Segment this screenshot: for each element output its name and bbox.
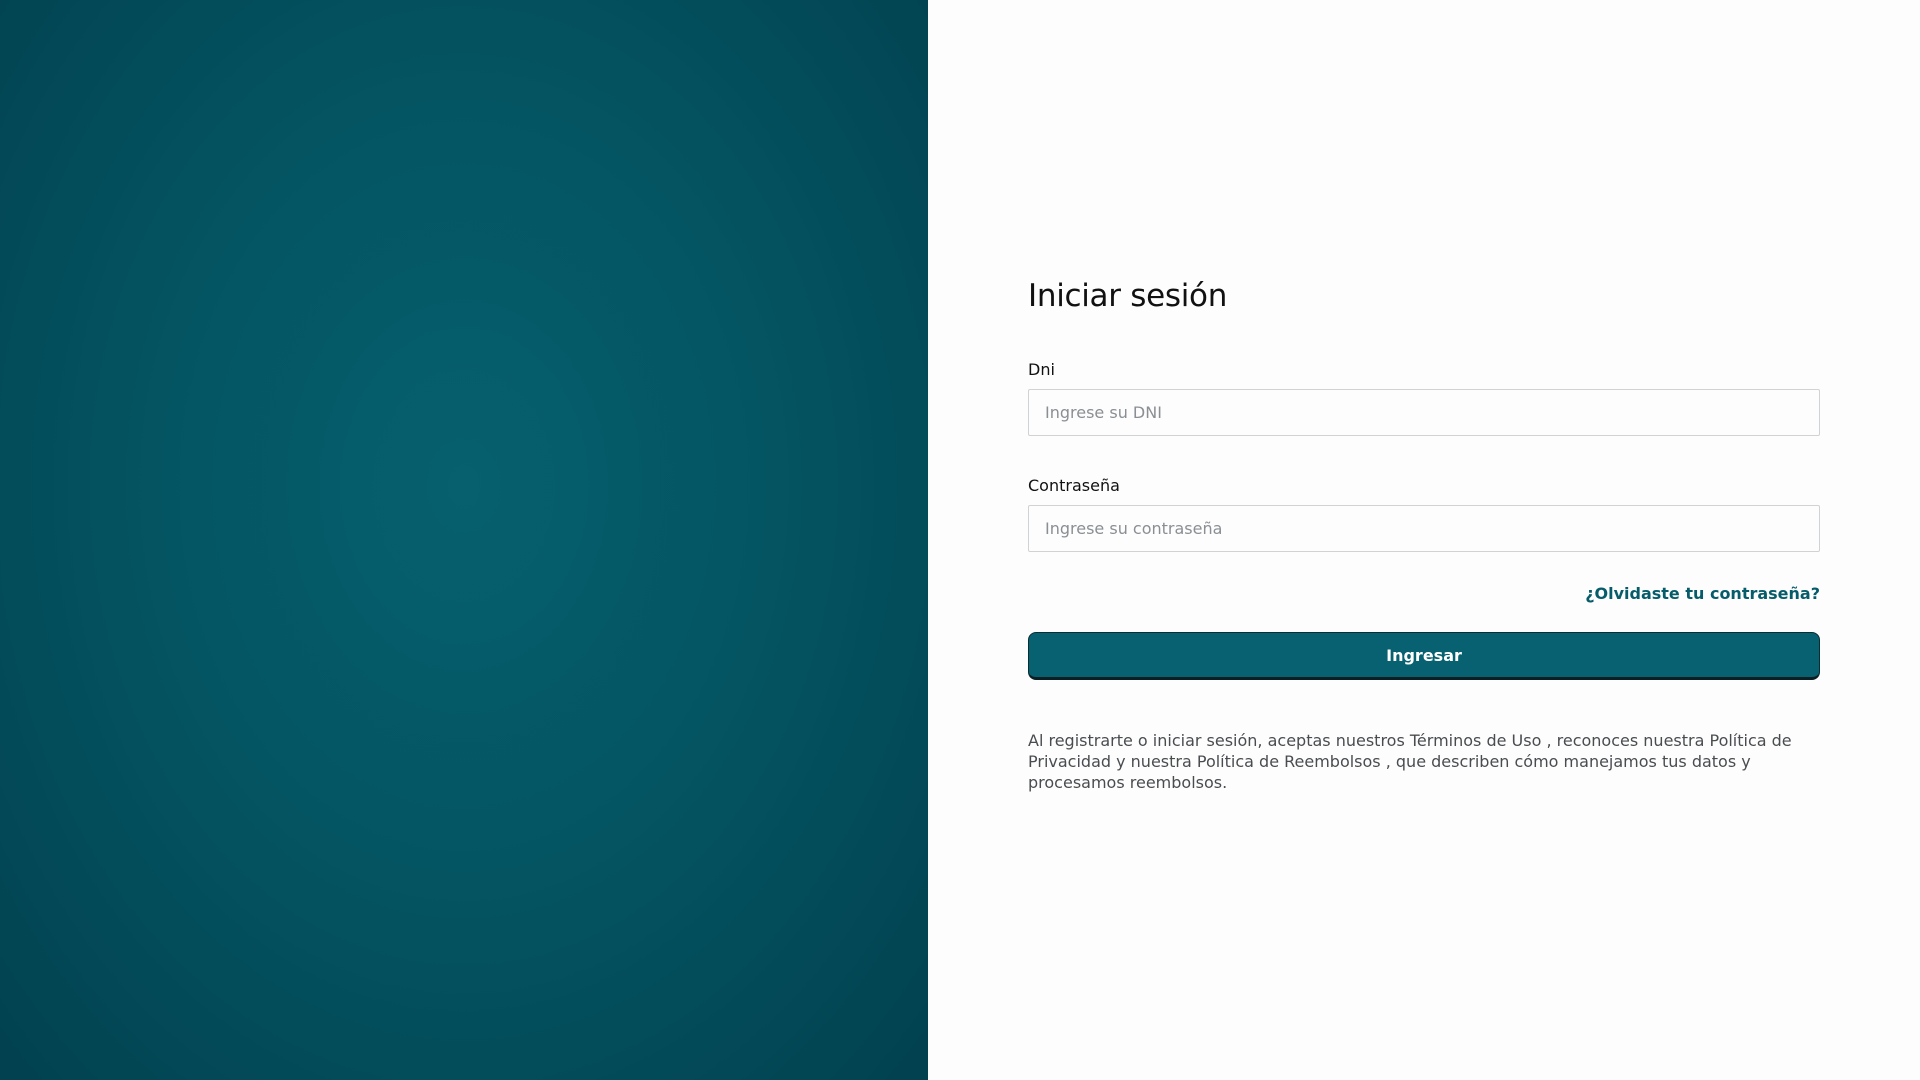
login-page: Iniciar sesión Dni Contraseña ¿Olvidaste… [0,0,1920,1080]
legal-notice: Al registrarte o iniciar sesión, aceptas… [1028,731,1792,792]
password-label: Contraseña [1028,476,1120,495]
password-field-group: Contraseña [1028,476,1820,552]
forgot-password-row: ¿Olvidaste tu contraseña? [1028,584,1820,603]
dni-input[interactable] [1028,389,1820,436]
login-panel: Iniciar sesión Dni Contraseña ¿Olvidaste… [928,0,1920,1080]
login-submit-button[interactable]: Ingresar [1028,632,1820,680]
dni-field-group: Dni [1028,360,1820,436]
password-input[interactable] [1028,505,1820,552]
login-form: Iniciar sesión Dni Contraseña ¿Olvidaste… [1028,278,1820,809]
page-title: Iniciar sesión [1028,278,1228,314]
brand-panel [0,0,928,1080]
dni-label: Dni [1028,360,1055,379]
forgot-password-link[interactable]: ¿Olvidaste tu contraseña? [1585,584,1820,603]
